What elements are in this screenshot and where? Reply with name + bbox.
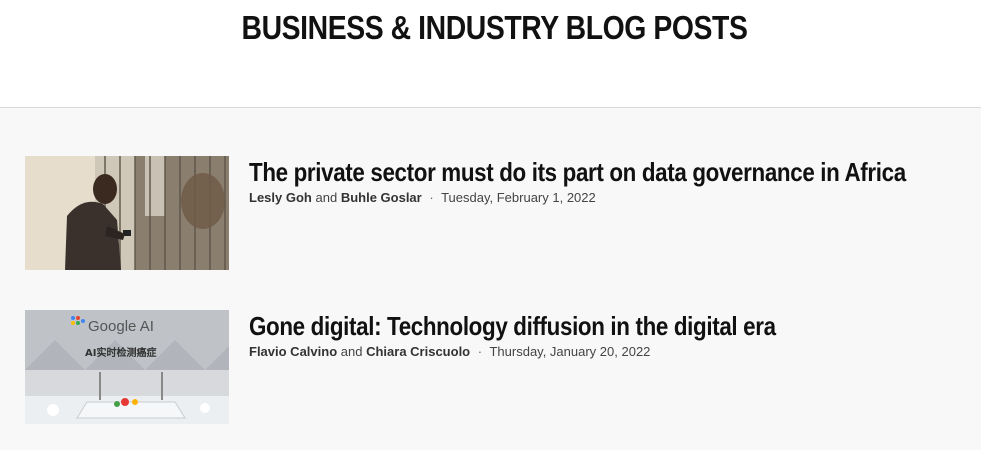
- meta-separator: ·: [429, 190, 434, 205]
- author-link[interactable]: Chiara Criscuolo: [366, 344, 470, 359]
- blog-post-list: The private sector must do its part on d…: [0, 108, 981, 450]
- list-item: The private sector must do its part on d…: [25, 156, 975, 272]
- google-ai-booth-photo: Google AI AI实时检测癌症: [25, 310, 229, 424]
- post-date: Tuesday, February 1, 2022: [441, 190, 596, 205]
- google-ai-logo-text: Google AI: [88, 318, 154, 335]
- post-meta: Lesly Goh and Buhle Goslar · Tuesday, Fe…: [249, 190, 969, 205]
- booth-caption-text: AI实时检测癌症: [85, 346, 156, 359]
- post-body: Gone digital: Technology diffusion in th…: [249, 310, 969, 359]
- post-date: Thursday, January 20, 2022: [489, 344, 651, 359]
- post-meta: Flavio Calvino and Chiara Criscuolo · Th…: [249, 344, 969, 359]
- man-with-phone-photo: [25, 156, 229, 270]
- post-title-link[interactable]: Gone digital: Technology diffusion in th…: [249, 310, 776, 342]
- author-conjunction: and: [315, 190, 338, 205]
- meta-separator: ·: [477, 344, 483, 359]
- post-thumbnail[interactable]: [25, 156, 229, 270]
- author-link[interactable]: Buhle Goslar: [341, 190, 422, 205]
- author-link[interactable]: Flavio Calvino: [249, 344, 337, 359]
- post-title-link[interactable]: The private sector must do its part on d…: [249, 156, 906, 188]
- post-body: The private sector must do its part on d…: [249, 156, 969, 205]
- section-title: BUSINESS & INDUSTRY BLOG POSTS: [241, 9, 748, 46]
- list-item: Google AI AI实时检测癌症 Gone digital: Technol…: [25, 310, 975, 426]
- author-link[interactable]: Lesly Goh: [249, 190, 312, 205]
- page-header: BUSINESS & INDUSTRY BLOG POSTS: [0, 0, 981, 108]
- author-conjunction: and: [340, 344, 363, 359]
- post-thumbnail[interactable]: Google AI AI实时检测癌症: [25, 310, 229, 424]
